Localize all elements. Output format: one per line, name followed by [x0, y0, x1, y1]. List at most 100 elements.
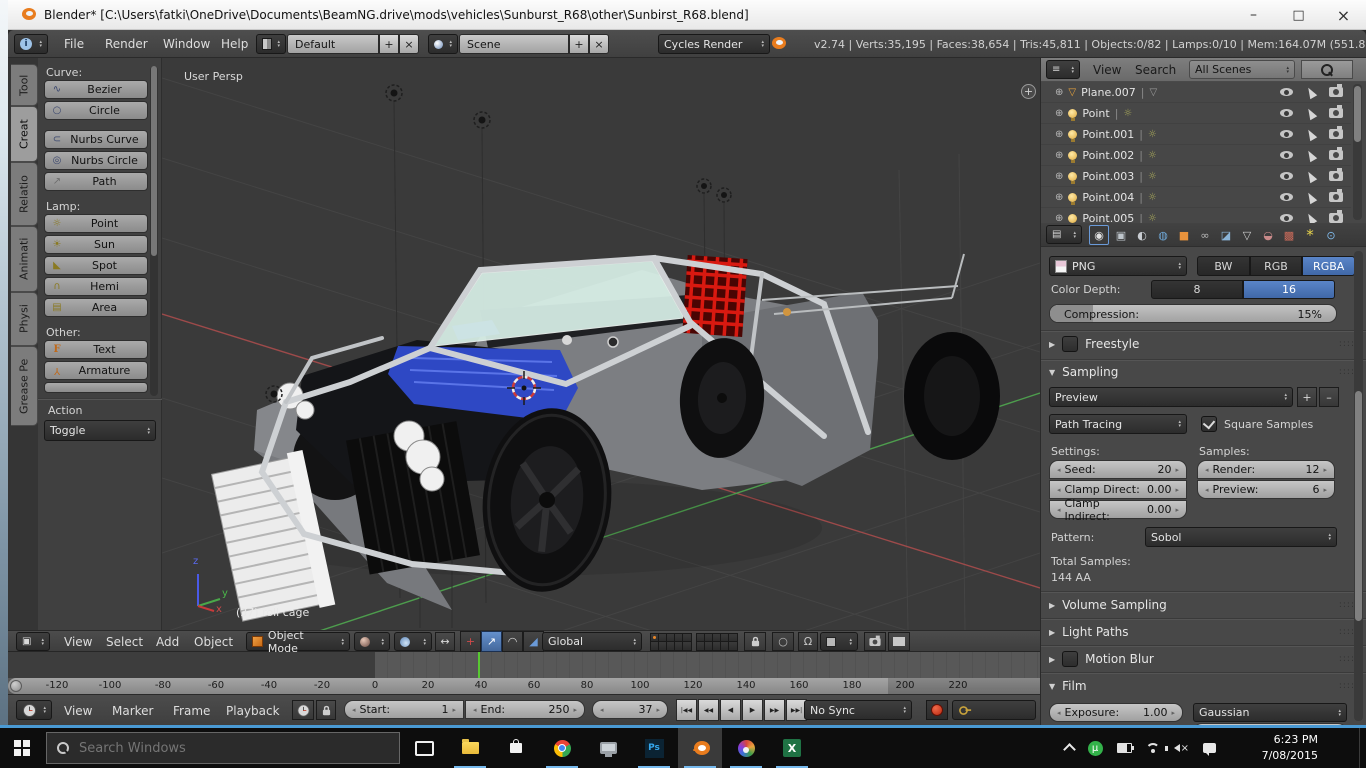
jump-to-start-button[interactable]: |◀◀ — [676, 699, 697, 721]
task-view-button[interactable] — [402, 728, 446, 768]
world-tab-icon[interactable]: ◍ — [1154, 226, 1172, 244]
add-text-button[interactable]: F Text — [44, 340, 148, 359]
outliner-row-point001[interactable]: ⊕ Point.001 | ☼ — [1041, 124, 1351, 145]
renderability-toggle[interactable] — [1329, 168, 1343, 181]
outliner-search-button[interactable] — [1301, 60, 1353, 79]
layers-widget-group2[interactable] — [696, 633, 738, 651]
visibility-toggle[interactable] — [1280, 172, 1293, 180]
file-format-dropdown[interactable]: PNG ▴ ▾ — [1049, 256, 1187, 276]
render-tab-icon[interactable]: ◉ — [1089, 225, 1109, 245]
layout-delete-button[interactable]: × — [399, 34, 419, 54]
taskbar-search-box[interactable] — [46, 732, 400, 764]
properties-scrollbar[interactable] — [1354, 251, 1363, 721]
render-samples-field[interactable]: ◂ Render: 12 ▸ — [1197, 460, 1335, 479]
freestyle-checkbox[interactable] — [1062, 336, 1079, 352]
lock-frame-toggle[interactable] — [316, 700, 336, 720]
renderability-toggle[interactable] — [1329, 126, 1343, 139]
outliner-row-point003[interactable]: ⊕ Point.003 | ☼ — [1041, 166, 1351, 187]
timeline-ruler[interactable]: -120 -100 -80 -60 -40 -20 0 20 40 60 80 … — [8, 678, 1040, 694]
selectability-toggle[interactable] — [1304, 106, 1318, 120]
motion-blur-panel-header[interactable]: ▶ Motion Blur :::: — [1049, 650, 1355, 668]
screen-layout-selector[interactable]: ▴ ▾ — [256, 34, 286, 54]
preset-add-button[interactable]: + — [1297, 387, 1317, 407]
selectability-toggle[interactable] — [1304, 190, 1318, 204]
tab-animation[interactable]: Animati — [11, 226, 38, 292]
volume-sampling-panel-header[interactable]: ▶ Volume Sampling :::: — [1049, 596, 1355, 614]
end-frame-field[interactable]: ◂ End: 250 ▸ — [465, 700, 585, 719]
menu-help[interactable]: Help — [221, 37, 248, 51]
taskbar-chrome[interactable] — [540, 728, 584, 768]
ruler-knob[interactable] — [10, 680, 22, 692]
renderability-toggle[interactable] — [1329, 84, 1343, 97]
clamp-indirect-field[interactable]: ◂ Clamp Indirect: 0.00 ▸ — [1049, 497, 1187, 523]
taskbar-system-monitor[interactable] — [586, 728, 630, 768]
add-sun-lamp-button[interactable]: ☀ Sun — [44, 235, 148, 254]
visibility-toggle[interactable] — [1280, 88, 1293, 96]
start-frame-field[interactable]: ◂ Start: 1 ▸ — [344, 700, 464, 719]
jump-prev-keyframe-button[interactable]: ◀◀ — [698, 699, 719, 721]
interaction-mode-dropdown[interactable]: Object Mode ▴ ▾ — [246, 629, 350, 655]
lock-to-scene-toggle[interactable] — [744, 632, 766, 651]
snap-toggle[interactable]: Ω — [798, 632, 818, 651]
renderability-toggle[interactable] — [1329, 105, 1343, 118]
shelf-button-partial[interactable] — [44, 382, 148, 393]
tray-expand-icon[interactable] — [1062, 743, 1076, 756]
object-data-tab-icon[interactable]: ▽ — [1238, 226, 1256, 244]
scale-manipulator-button[interactable]: ◢ — [523, 631, 544, 652]
renderability-toggle[interactable] — [1329, 189, 1343, 202]
menu-file[interactable]: File — [64, 37, 84, 51]
use-preview-range-toggle[interactable] — [292, 700, 314, 720]
particles-tab-icon[interactable]: * — [1301, 226, 1319, 244]
search-input[interactable] — [77, 739, 361, 757]
auto-keyframe-toggle[interactable] — [926, 700, 948, 720]
pattern-dropdown[interactable]: Sobol ▴ ▾ — [1145, 527, 1337, 547]
outliner-row-point002[interactable]: ⊕ Point.002 | ☼ — [1041, 145, 1351, 166]
layout-name-field[interactable]: Default — [287, 34, 379, 54]
scene-add-button[interactable]: + — [569, 34, 589, 54]
timeline-menu-playback[interactable]: Playback — [226, 704, 280, 718]
play-reverse-button[interactable]: ◀ — [720, 699, 741, 721]
expand-icon[interactable]: ⊕ — [1055, 213, 1063, 224]
wifi-icon[interactable] — [1146, 743, 1160, 753]
start-button[interactable] — [0, 728, 44, 768]
light-paths-panel-header[interactable]: ▶ Light Paths :::: — [1049, 623, 1355, 641]
properties-editor-selector[interactable]: ▤ ▴ ▾ — [1046, 225, 1082, 244]
translate-manipulator-button[interactable]: ↗ — [481, 631, 502, 652]
outliner-menu-view[interactable]: View — [1093, 63, 1121, 77]
current-frame-line[interactable] — [478, 652, 480, 678]
modifiers-tab-icon[interactable]: ◪ — [1217, 226, 1235, 244]
timeline-menu-marker[interactable]: Marker — [112, 704, 153, 718]
expand-icon[interactable]: ⊕ — [1055, 150, 1063, 161]
volume-muted-icon[interactable]: × — [1164, 743, 1189, 754]
rotate-manipulator-button[interactable]: ◠ — [502, 631, 523, 652]
texture-tab-icon[interactable]: ▩ — [1280, 226, 1298, 244]
jump-next-keyframe-button[interactable]: ▶▶ — [764, 699, 785, 721]
action-center-icon[interactable] — [1203, 743, 1216, 756]
play-button[interactable]: ▶ — [742, 699, 763, 721]
opengl-render-button[interactable] — [864, 632, 886, 651]
sampling-preset-dropdown[interactable]: Preview ▴ ▾ — [1049, 387, 1293, 407]
integrator-dropdown[interactable]: Path Tracing ▴ ▾ — [1049, 414, 1187, 434]
minimize-button[interactable]: – — [1231, 7, 1276, 23]
taskbar-store[interactable] — [494, 728, 538, 768]
selectability-toggle[interactable] — [1304, 148, 1318, 162]
view3d-menu-add[interactable]: Add — [156, 635, 179, 649]
timeline-menu-view[interactable]: View — [64, 704, 92, 718]
sampling-panel-header[interactable]: ▼ Sampling :::: — [1049, 363, 1355, 381]
render-engine-selector[interactable]: Cycles Render ▴ ▾ — [658, 34, 770, 54]
scene-tab-icon[interactable]: ◐ — [1133, 226, 1151, 244]
filter-type-dropdown[interactable]: Gaussian ▴ ▾ — [1193, 703, 1347, 722]
snap-element-dropdown[interactable]: ▴ ▾ — [820, 632, 858, 651]
outliner-row-plane007[interactable]: ⊕ ▽ Plane.007 | ▽ — [1041, 82, 1351, 103]
toolshelf-scrollbar[interactable] — [150, 66, 158, 396]
visibility-toggle[interactable] — [1280, 214, 1293, 222]
outliner-menu-search[interactable]: Search — [1135, 63, 1176, 77]
taskbar-photoshop[interactable]: Ps — [632, 728, 676, 768]
depth-8-button[interactable]: 8 — [1151, 280, 1243, 299]
render-layers-tab-icon[interactable]: ▣ — [1112, 226, 1130, 244]
outliner-scrollbar[interactable] — [1353, 84, 1362, 220]
pivot-point-dropdown[interactable]: ▴ ▾ — [394, 632, 432, 651]
maximize-button[interactable]: □ — [1276, 8, 1321, 23]
taskbar-blender[interactable] — [678, 728, 722, 768]
layout-add-button[interactable]: + — [379, 34, 399, 54]
